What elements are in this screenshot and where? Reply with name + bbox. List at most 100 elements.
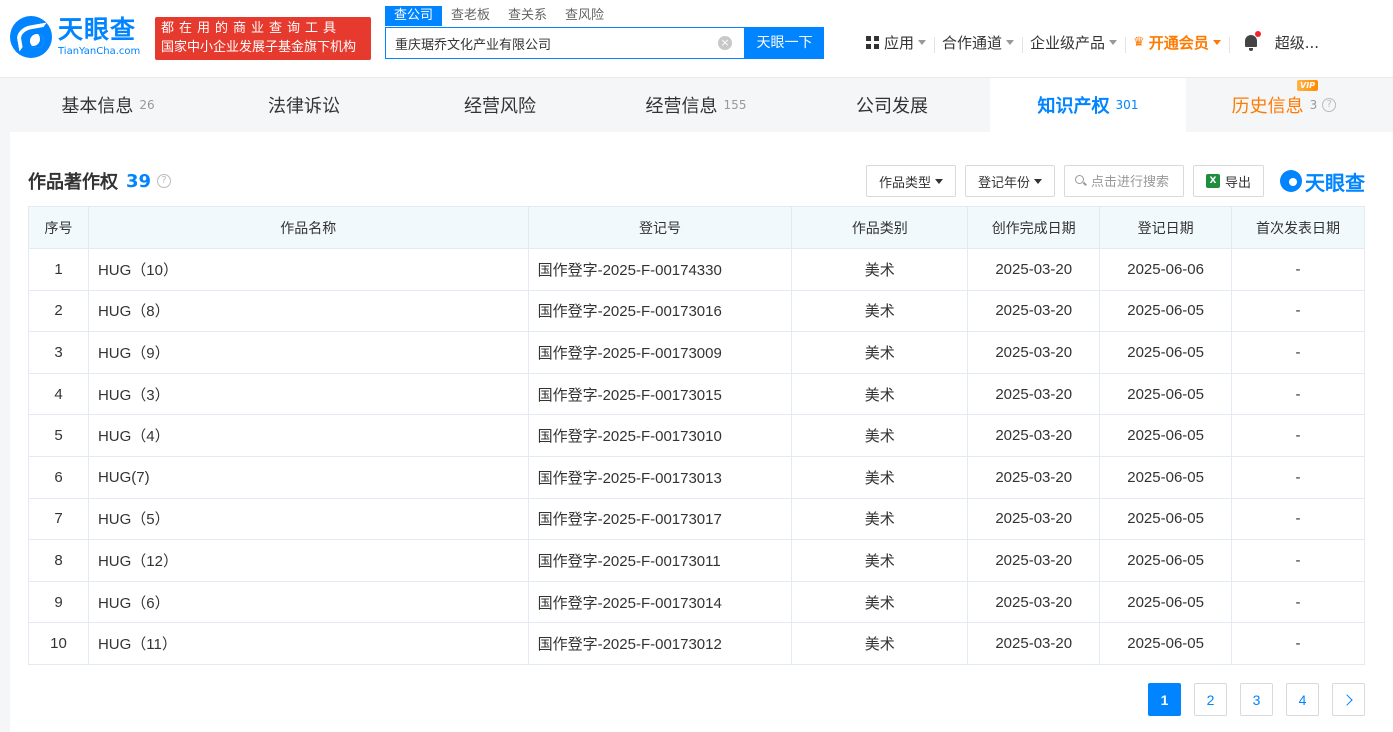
copyright-panel: 作品著作权 39 ? 作品类型 登记年份 X 导出 天眼查	[10, 132, 1393, 732]
nav-channels[interactable]: 合作通道	[934, 32, 1022, 53]
tab-lawsuits[interactable]: 法律诉讼	[206, 78, 402, 132]
cell-reg-date: 2025-06-05	[1099, 622, 1233, 665]
crown-icon: ♛	[1133, 34, 1145, 50]
tab-basic-info[interactable]: 基本信息 26	[10, 78, 206, 132]
page-4-button[interactable]: 4	[1286, 683, 1319, 716]
cell-work-name: HUG（4）	[87, 414, 529, 457]
cell-publish-date: -	[1231, 289, 1365, 333]
dropdown-label: 作品类型	[878, 175, 931, 191]
cell-work-name: HUG（9）	[87, 331, 529, 374]
tab-label: 历史信息	[1231, 96, 1304, 117]
cell-work-name: HUG（5）	[87, 497, 529, 541]
nav-user[interactable]: 超级...	[1228, 31, 1327, 53]
search-tab-risk[interactable]: 查风险	[556, 6, 613, 26]
cell-reg-no: 国作登字-2025-F-00173010	[527, 414, 793, 457]
help-icon[interactable]: ?	[157, 174, 172, 188]
cell-category: 美术	[791, 248, 969, 291]
cell-creation-date: 2025-03-20	[967, 372, 1101, 416]
col-header-creation-date: 创作完成日期	[967, 206, 1101, 249]
bell-icon[interactable]	[1243, 31, 1261, 51]
cell-reg-date: 2025-06-05	[1099, 414, 1233, 457]
top-nav: 应用 合作通道 企业级产品 ♛ 开通会员 超级...	[858, 28, 1327, 56]
cell-reg-date: 2025-06-05	[1099, 331, 1233, 374]
cell-index: 10	[28, 622, 89, 665]
table-row: 9 HUG（6） 国作登字-2025-F-00173014 美术 2025-03-20 2…	[28, 580, 1365, 624]
cell-index: 3	[28, 331, 89, 374]
vip-badge: VIP	[1297, 80, 1319, 91]
cell-reg-no: 国作登字-2025-F-00173012	[527, 622, 793, 665]
caret-down-icon	[1033, 178, 1042, 184]
cell-creation-date: 2025-03-20	[967, 622, 1101, 665]
table-row: 4 HUG（3） 国作登字-2025-F-00173015 美术 2025-03-20 2…	[28, 372, 1365, 416]
cell-reg-no: 国作登字-2025-F-00173016	[527, 289, 793, 333]
caret-down-icon	[918, 39, 927, 45]
cell-publish-date: -	[1231, 580, 1365, 624]
work-type-dropdown[interactable]: 作品类型	[865, 165, 956, 197]
slogan-banner: 都在用的商业查询工具 国家中小企业发展子基金旗下机构	[155, 17, 371, 60]
cell-index: 9	[28, 580, 89, 624]
search-tab-relation[interactable]: 查关系	[499, 6, 556, 26]
cell-category: 美术	[791, 622, 969, 665]
cell-reg-no: 国作登字-2025-F-00173009	[527, 331, 793, 374]
company-tabs: 基本信息 26 法律诉讼 经营风险 经营信息 155 公司发展 知识产权 301 VI…	[10, 78, 1393, 132]
tab-label: 基本信息	[61, 96, 134, 117]
tianyancha-logo[interactable]: 天眼查 TianYanCha.com	[10, 14, 150, 62]
cell-publish-date: -	[1231, 414, 1365, 457]
tianyancha-watermark: 天眼查	[1280, 167, 1365, 196]
nav-enterprise[interactable]: 企业级产品	[1022, 32, 1125, 53]
dropdown-label: 登记年份	[977, 175, 1030, 191]
nav-enterprise-label: 企业级产品	[1030, 33, 1106, 52]
cell-reg-no: 国作登字-2025-F-00173011	[527, 539, 793, 582]
search-tab-boss[interactable]: 查老板	[442, 6, 499, 26]
search-icon	[1074, 175, 1087, 187]
table-row: 3 HUG（9） 国作登字-2025-F-00173009 美术 2025-03-20 2…	[28, 331, 1365, 374]
cell-index: 8	[28, 539, 89, 582]
grid-icon	[866, 35, 879, 49]
cell-reg-date: 2025-06-05	[1099, 289, 1233, 333]
cell-category: 美术	[791, 331, 969, 374]
slogan-line-2: 国家中小企业发展子基金旗下机构	[161, 40, 357, 55]
search-button[interactable]: 天眼一下	[745, 27, 824, 59]
tab-business-info[interactable]: 经营信息 155	[598, 78, 794, 132]
table-search[interactable]	[1063, 165, 1184, 197]
page-1-button[interactable]: 1	[1148, 683, 1181, 716]
search-tab-company[interactable]: 查公司	[385, 6, 443, 26]
next-page-button[interactable]	[1332, 683, 1365, 716]
clear-icon[interactable]: ×	[718, 36, 732, 50]
export-button[interactable]: X 导出	[1192, 165, 1264, 197]
pagination: 1 2 3 4	[1135, 683, 1365, 716]
top-header: 天眼查 TianYanCha.com 都在用的商业查询工具 国家中小企业发展子基…	[0, 0, 1393, 78]
cell-reg-date: 2025-06-05	[1099, 539, 1233, 582]
register-year-dropdown[interactable]: 登记年份	[964, 165, 1055, 197]
page-2-button[interactable]: 2	[1194, 683, 1227, 716]
cell-category: 美术	[791, 580, 969, 624]
nav-vip[interactable]: ♛ 开通会员	[1125, 32, 1229, 53]
cell-category: 美术	[791, 455, 969, 499]
tab-history[interactable]: VIP 历史信息 3 ?	[1186, 78, 1382, 132]
cell-work-name: HUG（3）	[87, 372, 529, 416]
tab-label: 经营风险	[464, 96, 536, 117]
cell-index: 7	[28, 497, 89, 541]
help-icon[interactable]: ?	[1322, 98, 1337, 112]
tab-development[interactable]: 公司发展	[794, 78, 990, 132]
cell-category: 美术	[791, 289, 969, 333]
tab-label: 经营信息	[645, 96, 718, 117]
tab-intellectual-property[interactable]: 知识产权 301	[990, 78, 1186, 132]
section-count: 39	[126, 170, 152, 192]
page-3-button[interactable]: 3	[1240, 683, 1273, 716]
tab-label: 法律诉讼	[268, 96, 340, 117]
table-toolbar: 作品类型 登记年份 X 导出 天眼查	[857, 165, 1365, 197]
tab-business-risk[interactable]: 经营风险	[402, 78, 598, 132]
cell-category: 美术	[791, 372, 969, 416]
col-header-index: 序号	[28, 206, 89, 249]
eye-logo-icon	[10, 16, 52, 58]
table-row: 5 HUG（4） 国作登字-2025-F-00173010 美术 2025-03-20 2…	[28, 414, 1365, 457]
cell-work-name: HUG(7)	[87, 455, 529, 499]
cell-reg-no: 国作登字-2025-F-00173013	[527, 455, 793, 499]
cell-category: 美术	[791, 497, 969, 541]
nav-apps[interactable]: 应用	[858, 32, 934, 53]
cell-creation-date: 2025-03-20	[967, 289, 1101, 333]
table-search-input[interactable]	[1090, 173, 1181, 189]
search-input[interactable]	[386, 28, 706, 58]
cell-reg-no: 国作登字-2025-F-00173017	[527, 497, 793, 541]
